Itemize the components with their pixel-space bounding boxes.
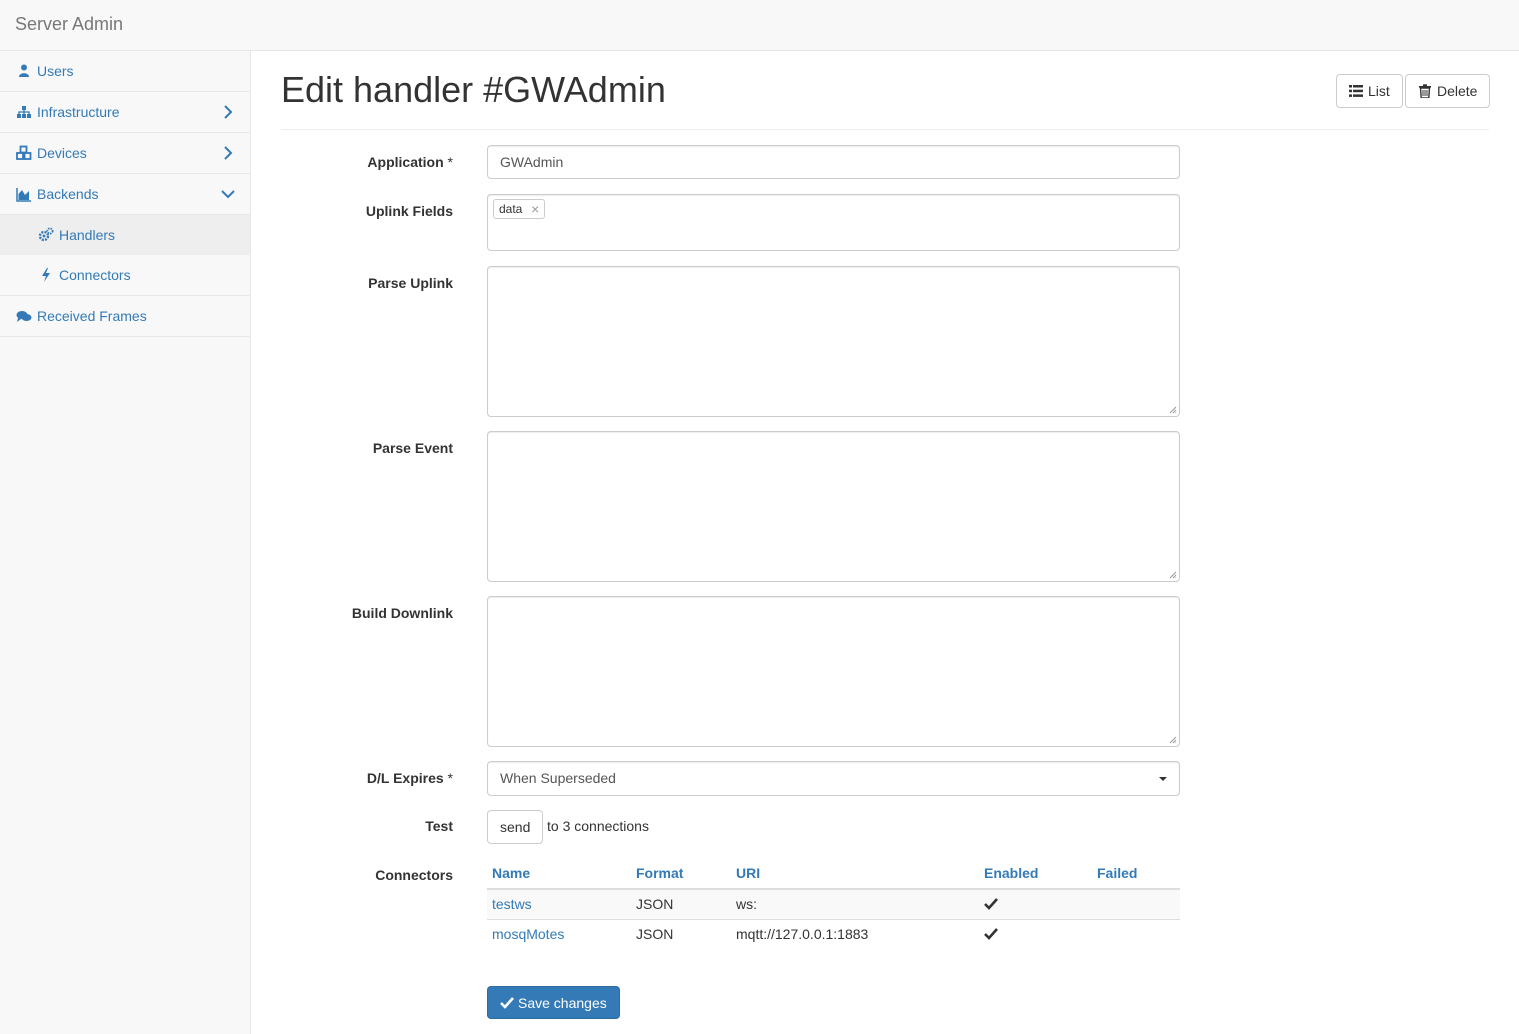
test-label: Test (425, 818, 453, 834)
chevron-right-icon (224, 146, 233, 160)
connector-uri: mqtt://127.0.0.1:1883 (731, 918, 979, 949)
list-icon (1349, 85, 1363, 97)
sidebar: Users Infrastructure Devices Backends Ha… (0, 51, 251, 1034)
column-header-format[interactable]: Format (631, 857, 731, 890)
uplink-field-tag: data × (493, 199, 546, 219)
sidebar-item-users[interactable]: Users (0, 51, 250, 92)
uplink-fields-label: Uplink Fields (365, 203, 453, 219)
sidebar-item-label: Devices (37, 145, 87, 161)
column-header-enabled[interactable]: Enabled (979, 857, 1092, 890)
caret-down-icon (1159, 777, 1167, 781)
list-button[interactable]: List (1336, 74, 1403, 108)
column-header-failed[interactable]: Failed (1092, 857, 1180, 890)
sidebar-item-backends[interactable]: Backends (0, 174, 250, 215)
application-value: GWAdmin (500, 154, 564, 170)
sidebar-item-label: Handlers (59, 227, 116, 243)
sidebar-item-devices[interactable]: Devices (0, 133, 250, 174)
sidebar-item-handlers[interactable]: Handlers (0, 215, 250, 255)
trash-icon (1419, 84, 1431, 98)
sidebar-item-infrastructure[interactable]: Infrastructure (0, 92, 250, 133)
delete-button-label: Delete (1437, 83, 1478, 99)
table-header-row: Name Format URI Enabled Failed (487, 857, 1180, 890)
area-chart-icon (16, 188, 31, 202)
column-header-name[interactable]: Name (487, 857, 631, 890)
parse-event-label: Parse Event (372, 440, 453, 456)
connector-format: JSON (631, 918, 731, 949)
sitemap-icon (17, 106, 31, 118)
table-row: mosqMotes JSON mqtt://127.0.0.1:1883 (487, 918, 1180, 949)
bolt-icon (42, 268, 50, 282)
column-header-uri[interactable]: URI (731, 857, 979, 890)
parse-event-textarea[interactable] (487, 431, 1180, 582)
dl-expires-value: When Superseded (500, 770, 616, 786)
brand-title[interactable]: Server Admin (15, 14, 123, 35)
send-button[interactable]: send (487, 810, 544, 844)
page-title: Edit handler #GWAdmin (281, 69, 666, 110)
save-changes-button[interactable]: Save changes (487, 986, 620, 1019)
sidebar-item-received-frames[interactable]: Received Frames (0, 296, 250, 337)
comments-icon (16, 311, 32, 322)
sidebar-item-label: Received Frames (37, 308, 147, 324)
check-icon (984, 898, 998, 911)
save-changes-label: Save changes (518, 994, 607, 1011)
check-icon (500, 996, 514, 1009)
delete-button[interactable]: Delete (1405, 74, 1491, 108)
list-button-label: List (1368, 83, 1390, 99)
parse-uplink-label: Parse Uplink (368, 275, 453, 291)
application-input[interactable]: GWAdmin (487, 145, 1180, 179)
connector-name-link[interactable]: testws (487, 888, 631, 919)
connector-uri: ws: (731, 888, 979, 919)
send-connections-text: to 3 connections (547, 818, 649, 834)
sidebar-item-label: Users (37, 63, 74, 79)
header-divider (281, 129, 1489, 130)
build-downlink-textarea[interactable] (487, 596, 1180, 747)
dl-expires-label: D/L Expires * (366, 770, 453, 786)
sidebar-item-label: Connectors (59, 267, 131, 283)
table-row: testws JSON ws: (487, 888, 1180, 919)
top-navbar: Server Admin (0, 0, 1519, 51)
connector-name-link[interactable]: mosqMotes (487, 918, 631, 949)
connectors-label: Connectors (375, 867, 453, 883)
connector-failed (1092, 888, 1180, 919)
connector-failed (1092, 918, 1180, 949)
connector-enabled (979, 888, 1092, 919)
chevron-down-icon (221, 190, 235, 199)
parse-uplink-textarea[interactable] (487, 266, 1180, 417)
resize-grip-icon[interactable] (1169, 406, 1177, 414)
application-label: Application * (367, 154, 453, 170)
backends-submenu: Handlers Connectors (0, 215, 250, 296)
connector-format: JSON (631, 888, 731, 919)
uplink-fields-tag-input[interactable]: data × (487, 194, 1180, 251)
sidebar-item-label: Backends (37, 186, 99, 202)
sidebar-item-connectors[interactable]: Connectors (0, 255, 250, 295)
tag-remove-icon[interactable]: × (531, 200, 539, 218)
resize-grip-icon[interactable] (1169, 571, 1177, 579)
user-icon (19, 64, 29, 77)
resize-grip-icon[interactable] (1169, 736, 1177, 744)
check-icon (984, 928, 998, 941)
build-downlink-label: Build Downlink (351, 605, 453, 621)
cubes-icon (16, 145, 32, 160)
connector-enabled (979, 918, 1092, 949)
sidebar-item-label: Infrastructure (37, 104, 120, 120)
main-content: Edit handler #GWAdmin List Delete Applic… (251, 51, 1519, 1034)
cogs-icon (38, 227, 54, 242)
dl-expires-select[interactable]: When Superseded (487, 761, 1180, 796)
connectors-table: Name Format URI Enabled Failed testws JS… (487, 857, 1180, 949)
chevron-right-icon (224, 105, 233, 119)
